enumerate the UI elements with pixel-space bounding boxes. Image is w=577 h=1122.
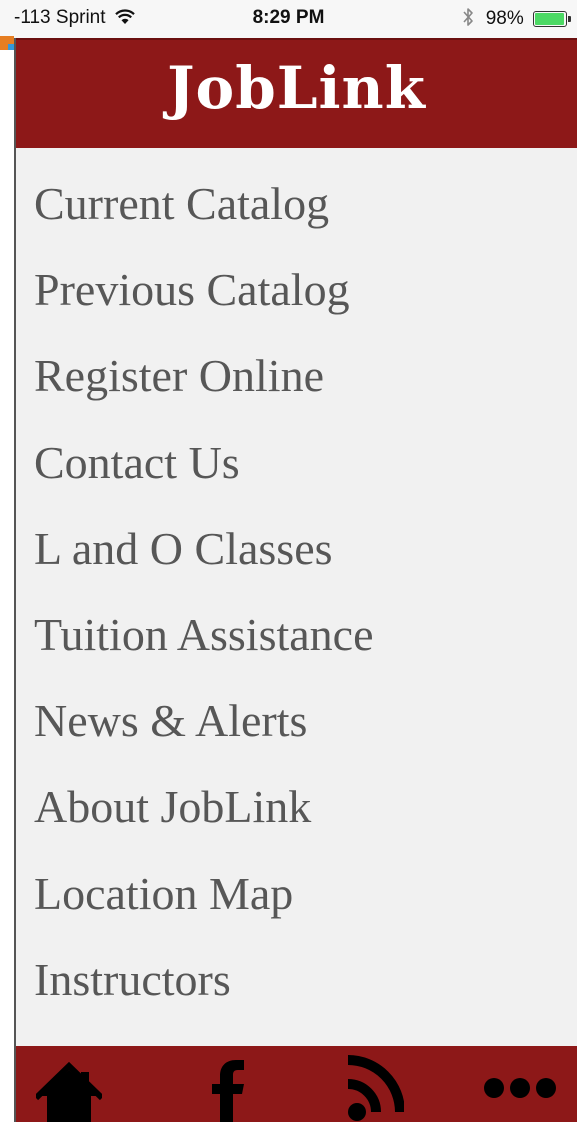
facebook-tab[interactable]	[206, 1046, 252, 1122]
more-icon	[478, 1046, 564, 1122]
menu-item-l-and-o-classes[interactable]: L and O Classes	[16, 506, 577, 592]
battery-icon	[533, 11, 571, 27]
menu-item-previous-catalog[interactable]: Previous Catalog	[16, 247, 577, 333]
phone-screen: -113 Sprint 8:29 PM 98% JobLink Current …	[0, 0, 577, 1122]
battery-nub	[568, 16, 571, 22]
status-right: 98%	[462, 7, 571, 33]
app-header: JobLink	[16, 38, 577, 148]
menu-item-news-alerts[interactable]: News & Alerts	[16, 678, 577, 764]
status-bar: -113 Sprint 8:29 PM 98%	[0, 0, 577, 38]
app-title: JobLink	[167, 54, 426, 122]
battery-percent: 98%	[485, 8, 524, 29]
bottom-tab-bar	[16, 1046, 577, 1122]
facebook-icon	[206, 1046, 252, 1122]
menu-item-instructors[interactable]: Instructors	[16, 937, 577, 1023]
menu-item-current-catalog[interactable]: Current Catalog	[16, 161, 577, 247]
rss-tab[interactable]	[334, 1046, 404, 1122]
battery-fill	[535, 13, 565, 25]
home-icon	[36, 1046, 102, 1122]
more-tab[interactable]	[478, 1046, 564, 1122]
menu-item-tuition-assistance[interactable]: Tuition Assistance	[16, 592, 577, 678]
menu-item-about-joblink[interactable]: About JobLink	[16, 764, 577, 850]
main-menu: Current Catalog Previous Catalog Registe…	[16, 161, 577, 1023]
app-view: JobLink Current Catalog Previous Catalog…	[14, 38, 577, 1122]
home-tab[interactable]	[36, 1046, 102, 1122]
rss-icon	[334, 1046, 404, 1122]
menu-item-register-online[interactable]: Register Online	[16, 333, 577, 419]
corner-accent	[0, 36, 14, 50]
menu-item-contact-us[interactable]: Contact Us	[16, 420, 577, 506]
bluetooth-icon	[462, 7, 474, 33]
menu-item-location-map[interactable]: Location Map	[16, 851, 577, 937]
